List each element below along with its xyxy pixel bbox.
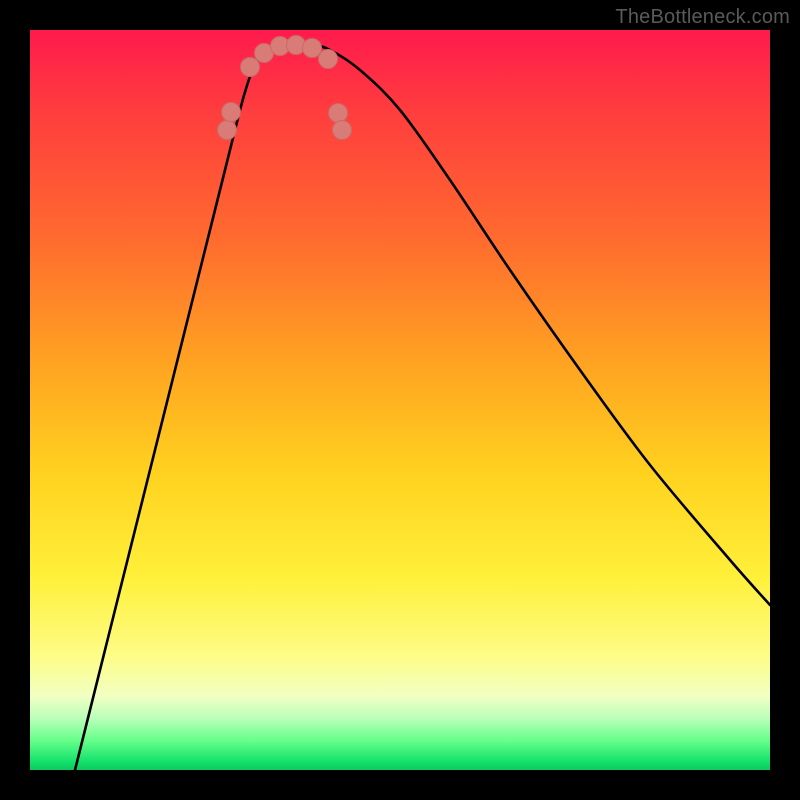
chart-frame: TheBottleneck.com (0, 0, 800, 800)
curve-marker (241, 58, 260, 77)
watermark-text: TheBottleneck.com (615, 6, 790, 29)
curve-marker (329, 104, 348, 123)
curve-marker (222, 103, 241, 122)
curve-marker (319, 50, 338, 69)
plot-area (30, 30, 770, 770)
curve-svg (30, 30, 770, 770)
curve-marker (303, 39, 322, 58)
curve-marker (333, 121, 352, 140)
bottleneck-curve (75, 43, 770, 770)
curve-marker (218, 121, 237, 140)
